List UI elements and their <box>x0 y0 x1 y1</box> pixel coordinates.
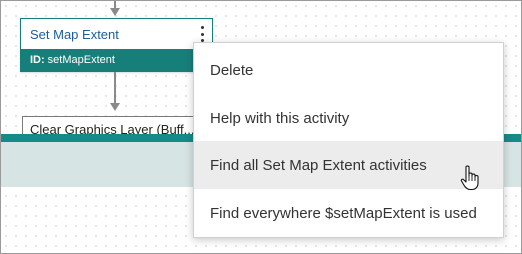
activity-id-bar: ID: setMapExtent <box>21 49 212 71</box>
activity-card-set-map-extent[interactable]: Set Map Extent ID: setMapExtent <box>20 18 213 72</box>
connector-line <box>114 72 116 105</box>
workflow-canvas[interactable]: Set Map Extent ID: setMapExtent Clear Gr… <box>0 0 522 254</box>
activity-id-value: setMapExtent <box>47 54 115 66</box>
menu-item-help[interactable]: Help with this activity <box>194 94 503 142</box>
kebab-menu-icon[interactable] <box>199 26 205 42</box>
menu-item-label: Help with this activity <box>210 109 350 127</box>
menu-item-label: Delete <box>210 61 254 79</box>
activity-id-label: ID: <box>30 54 45 66</box>
activity-title: Set Map Extent <box>30 27 119 42</box>
menu-item-label: Find everywhere $setMapExtent is used <box>210 204 477 222</box>
menu-item-find-all-activities[interactable]: Find all Set Map Extent activities <box>194 141 503 189</box>
menu-item-delete[interactable]: Delete <box>194 46 503 94</box>
menu-item-find-everywhere-used[interactable]: Find everywhere $setMapExtent is used <box>194 189 503 237</box>
menu-item-label: Find all Set Map Extent activities <box>210 156 427 174</box>
arrow-down-icon <box>110 8 120 16</box>
arrow-down-icon <box>110 103 120 111</box>
context-menu: Delete Help with this activity Find all … <box>193 42 504 238</box>
hand-pointer-cursor-icon <box>460 165 479 191</box>
